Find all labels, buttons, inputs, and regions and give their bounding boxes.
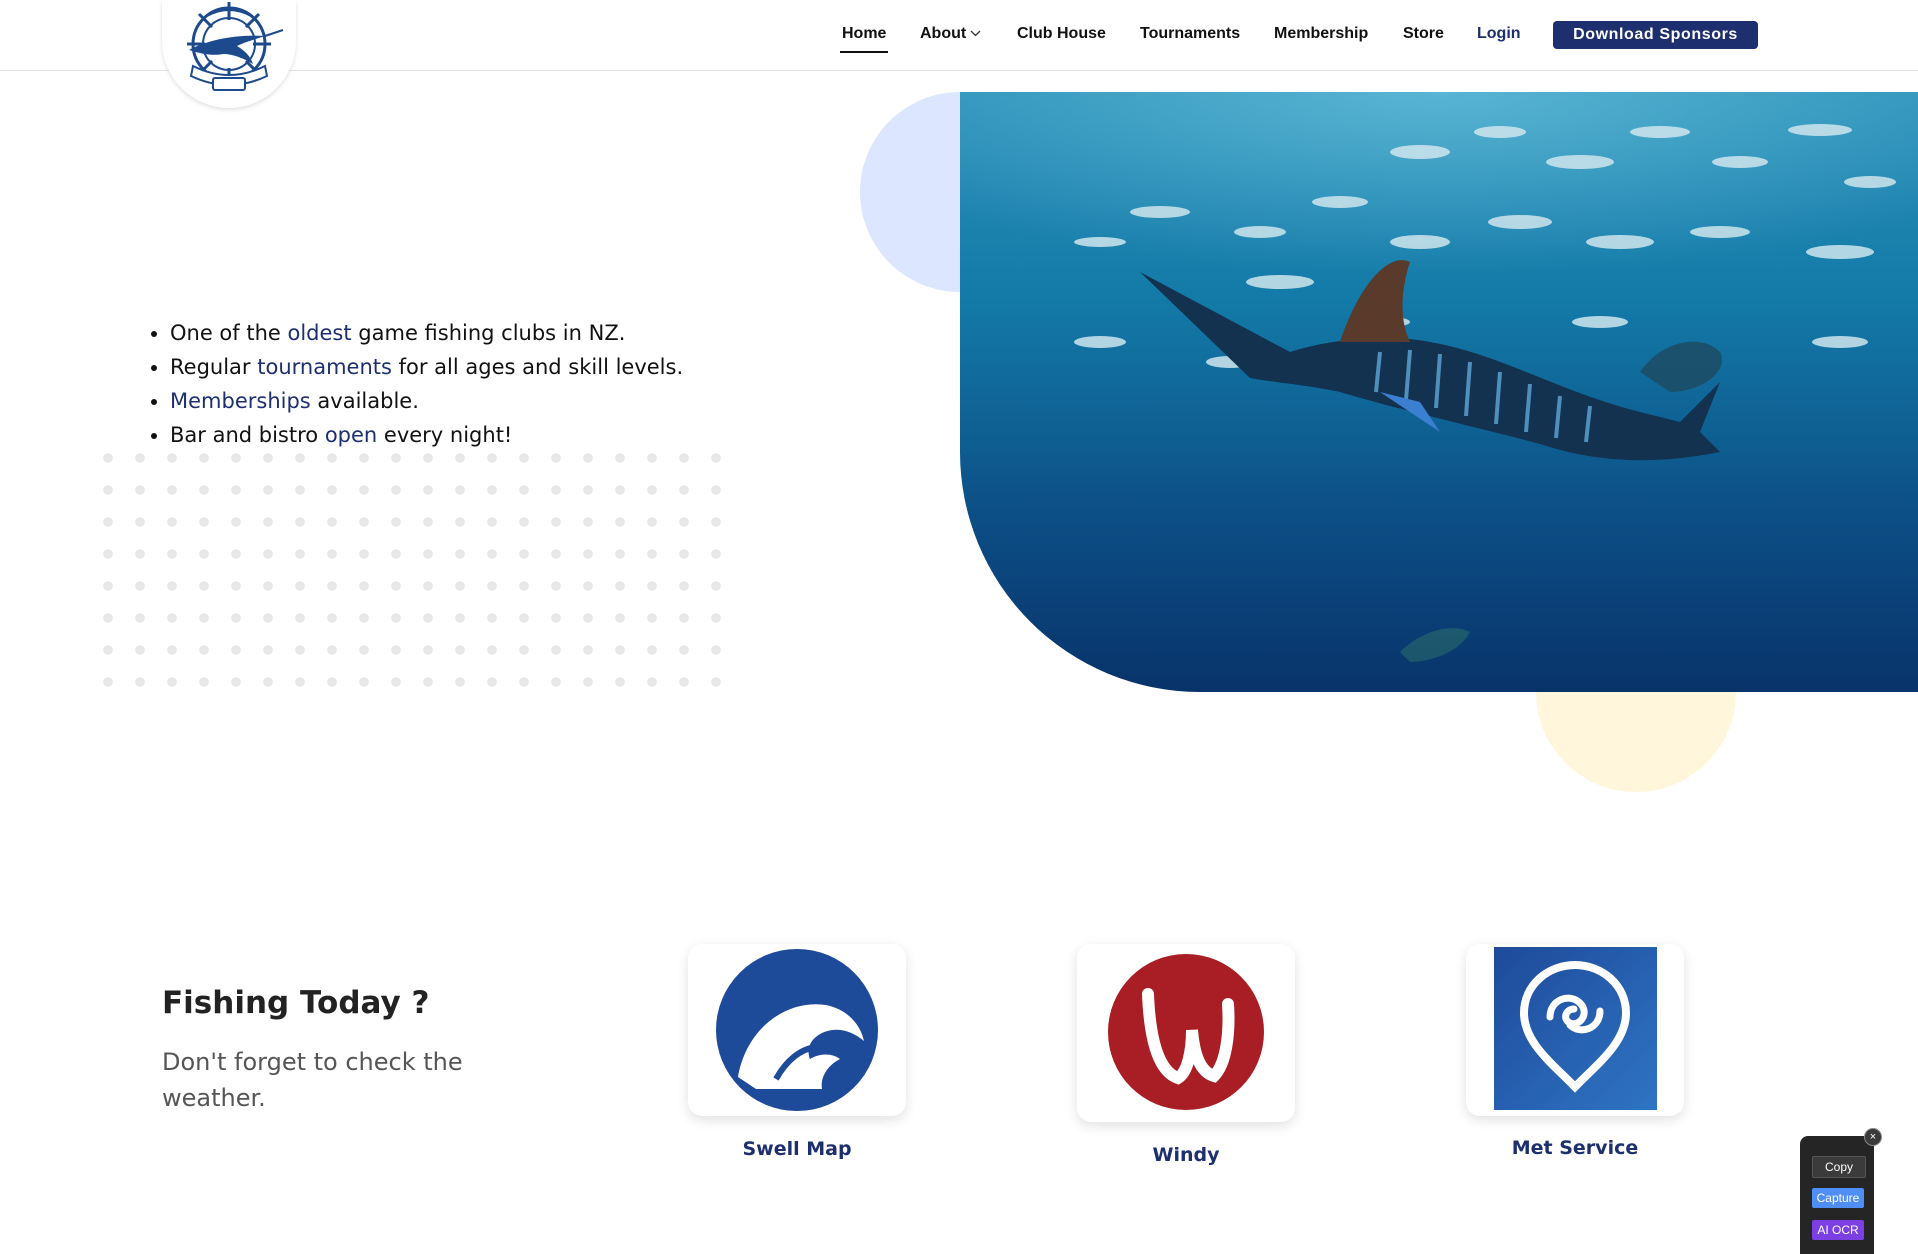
ai-ocr-button[interactable]: AI OCR: [1812, 1220, 1864, 1240]
nav-club-house[interactable]: Club House: [1017, 25, 1106, 43]
list-item: Memberships available.: [170, 384, 683, 418]
nav-store[interactable]: Store: [1403, 25, 1444, 43]
nav-login[interactable]: Login: [1477, 25, 1521, 43]
fishing-today-heading: Fishing Today ?: [162, 985, 430, 1021]
capture-button[interactable]: Capture: [1812, 1188, 1864, 1208]
swell-map-card[interactable]: [688, 944, 906, 1116]
windy-label[interactable]: Windy: [1077, 1144, 1295, 1166]
club-logo-emblem: [187, 2, 284, 91]
bullet-text: One of the: [170, 321, 288, 345]
decorative-dot-grid: [92, 442, 722, 692]
link-oldest[interactable]: oldest: [288, 321, 352, 345]
location-swirl-icon: [1494, 947, 1657, 1110]
chevron-down-icon: [970, 30, 981, 37]
met-service-card[interactable]: [1466, 944, 1684, 1116]
nav-home[interactable]: Home: [839, 25, 889, 53]
windy-card[interactable]: [1077, 944, 1295, 1122]
link-open[interactable]: open: [325, 423, 377, 447]
swell-map-label[interactable]: Swell Map: [688, 1138, 906, 1160]
hero-bullet-list: One of the oldest game fishing clubs in …: [150, 316, 683, 452]
bullet-text: Bar and bistro: [170, 423, 325, 447]
wave-icon: [716, 949, 878, 1111]
link-tournaments[interactable]: tournaments: [257, 355, 392, 379]
list-item: One of the oldest game fishing clubs in …: [170, 316, 683, 350]
nav-membership[interactable]: Membership: [1274, 25, 1368, 43]
met-service-label[interactable]: Met Service: [1466, 1137, 1684, 1159]
bullet-text: every night!: [377, 423, 513, 447]
nav-tournaments[interactable]: Tournaments: [1140, 25, 1240, 43]
nav-about[interactable]: About: [920, 25, 981, 43]
marlin-underwater-photo: [960, 92, 1918, 692]
list-item: Regular tournaments for all ages and ski…: [170, 350, 683, 384]
download-sponsors-button[interactable]: Download Sponsors: [1553, 21, 1758, 49]
link-memberships[interactable]: Memberships: [170, 389, 311, 413]
hero-marlin-image: [960, 92, 1918, 692]
club-logo[interactable]: [162, 0, 296, 108]
close-icon[interactable]: ×: [1864, 1128, 1882, 1146]
bullet-text: game fishing clubs in NZ.: [351, 321, 626, 345]
list-item: Bar and bistro open every night!: [170, 418, 683, 452]
copy-button[interactable]: Copy: [1812, 1156, 1866, 1178]
nav-about-label: About: [920, 25, 967, 42]
windy-icon: [1108, 954, 1264, 1110]
bullet-text: Regular: [170, 355, 258, 379]
bullet-text: for all ages and skill levels.: [391, 355, 684, 379]
bullet-text: available.: [310, 389, 419, 413]
fishing-today-subtitle: Don't forget to check the weather.: [162, 1048, 463, 1112]
